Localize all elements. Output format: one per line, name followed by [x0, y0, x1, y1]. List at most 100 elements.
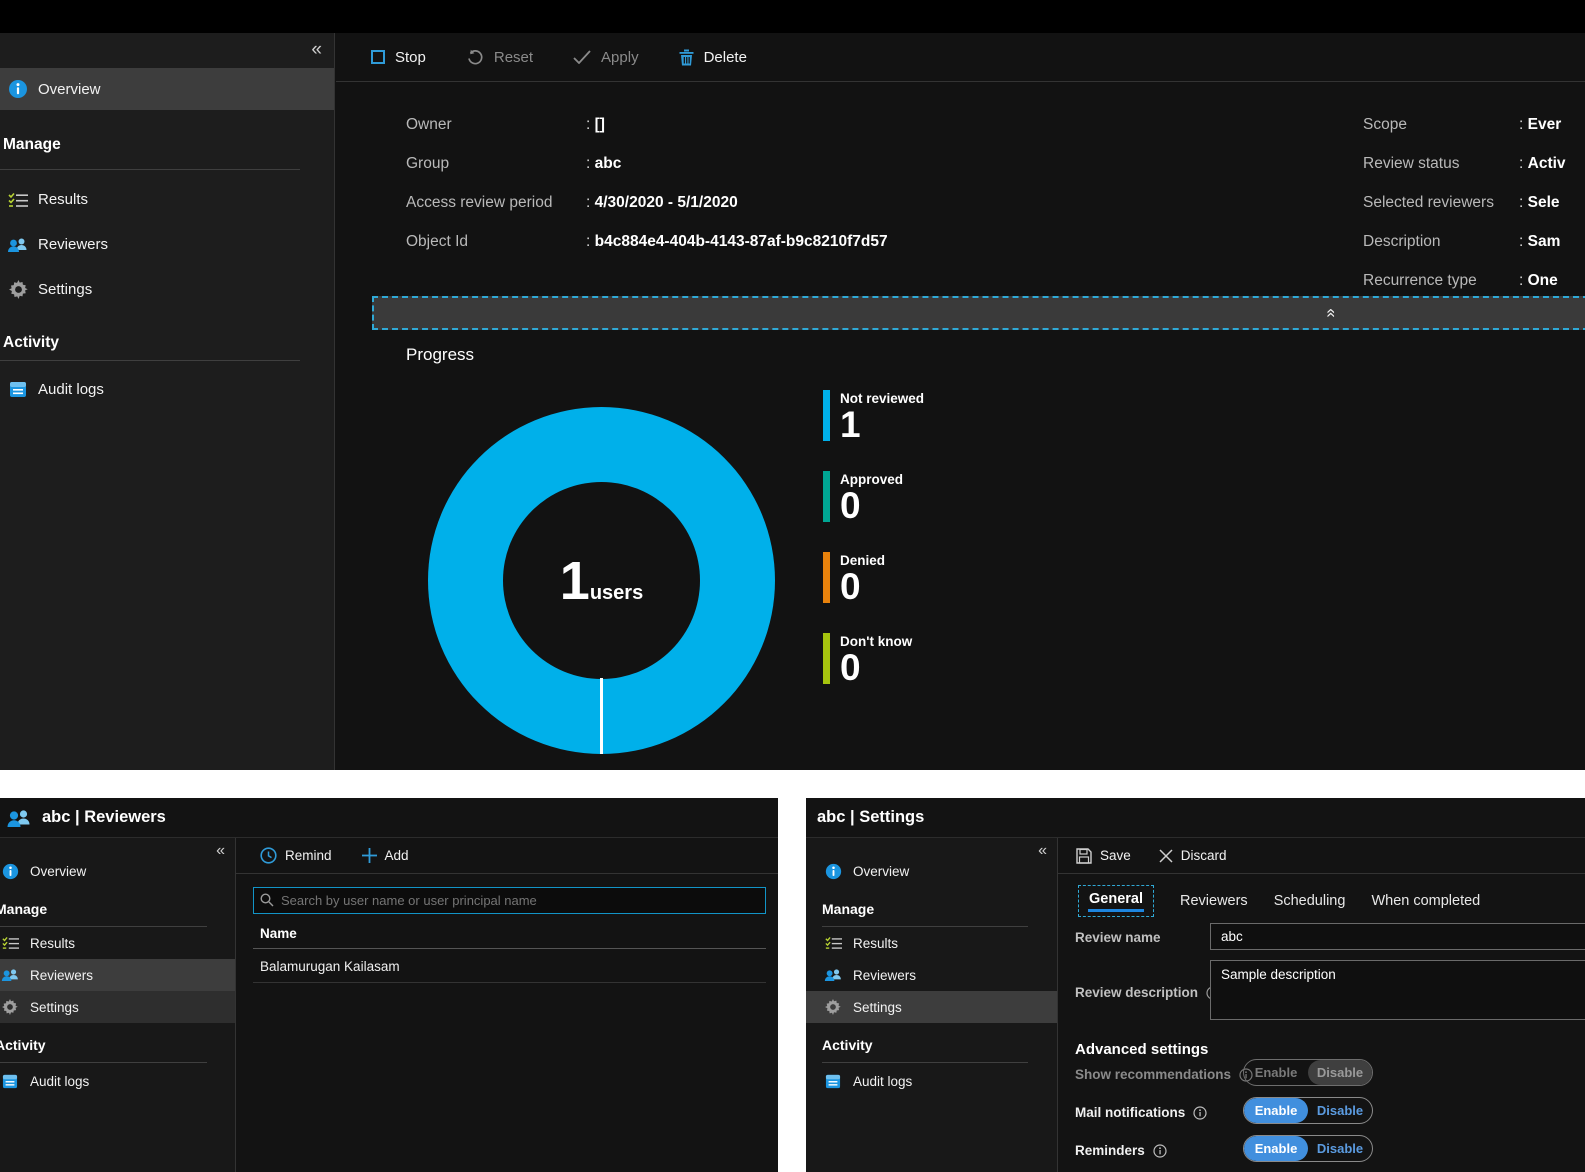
legend-item: Not reviewed1 — [823, 390, 924, 445]
gear-icon — [822, 999, 844, 1015]
detail-row: Selected reviewersSele — [1363, 183, 1566, 222]
divider — [0, 169, 300, 170]
divider — [822, 1062, 1028, 1063]
sidebar-item-results[interactable]: Results — [806, 927, 1057, 959]
disable-option[interactable]: Disable — [1308, 1098, 1372, 1123]
save-icon — [1076, 848, 1092, 864]
mail-notifications-toggle[interactable]: Enable Disable — [1243, 1097, 1373, 1124]
search-box — [253, 887, 766, 914]
checklist-icon — [822, 936, 844, 950]
disable-option[interactable]: Disable — [1308, 1060, 1372, 1085]
sidebar-item-reviewers[interactable]: Reviewers — [806, 959, 1057, 991]
sidebar-item-results[interactable]: Results — [0, 177, 334, 222]
sidebar-item-overview[interactable]: Overview — [806, 854, 1057, 888]
search-input[interactable] — [253, 887, 766, 914]
delete-button[interactable]: Delete — [679, 49, 747, 66]
sidebar-item-audit-logs[interactable]: Audit logs — [0, 1065, 235, 1097]
people-icon — [7, 237, 29, 253]
review-description-label: Review description — [1075, 985, 1220, 1000]
sidebar-item-label: Settings — [38, 281, 92, 298]
settings-panel: abc | Settings « Overview Manage Results… — [806, 798, 1585, 1172]
audit-log-icon — [0, 1074, 21, 1089]
review-name-input[interactable] — [1210, 923, 1585, 950]
settings-content: Save Discard General Reviewers Schedulin… — [1058, 838, 1585, 1172]
sidebar-item-results[interactable]: Results — [0, 927, 235, 959]
divider — [253, 948, 766, 949]
tab-scheduling[interactable]: Scheduling — [1274, 893, 1346, 909]
save-button[interactable]: Save — [1076, 848, 1131, 864]
info-circle-icon — [7, 79, 29, 99]
detail-row: Access review period4/30/2020 - 5/1/2020 — [406, 183, 888, 222]
sidebar-section-activity: Activity — [0, 328, 334, 358]
command-bar: Stop Reset Apply Delete — [336, 33, 1585, 82]
plus-icon — [362, 848, 377, 863]
sidebar-item-label: Results — [853, 936, 898, 951]
sidebar-item-label: Reviewers — [38, 236, 108, 253]
enable-option[interactable]: Enable — [1244, 1098, 1308, 1123]
stop-icon — [371, 50, 385, 64]
disable-option[interactable]: Disable — [1308, 1136, 1372, 1161]
discard-button[interactable]: Discard — [1159, 848, 1227, 863]
mail-notifications-label: Mail notifications — [1075, 1105, 1207, 1120]
sidebar-item-settings[interactable]: Settings — [806, 991, 1057, 1023]
sidebar-item-label: Audit logs — [853, 1074, 912, 1089]
info-icon — [1193, 1106, 1207, 1120]
detail-row: Review statusActiv — [1363, 144, 1566, 183]
sidebar-item-reviewers[interactable]: Reviewers — [0, 222, 334, 267]
sidebar-item-audit-logs[interactable]: Audit logs — [806, 1065, 1057, 1097]
collapse-sidebar-icon[interactable]: « — [216, 843, 225, 859]
sidebar-item-overview[interactable]: Overview — [0, 68, 334, 110]
sidebar-item-reviewers[interactable]: Reviewers — [0, 959, 235, 991]
panel-header: abc | Settings — [806, 798, 1585, 838]
tab-reviewers[interactable]: Reviewers — [1180, 893, 1248, 909]
access-review-overview-panel: « Overview Manage Results Reviewers — [0, 33, 1585, 770]
sidebar-item-settings[interactable]: Settings — [0, 267, 334, 312]
panel-title: abc | Reviewers — [42, 808, 166, 827]
gear-icon — [7, 280, 29, 299]
legend-color-bar — [823, 633, 830, 684]
sidebar-item-label: Reviewers — [30, 968, 93, 983]
overview-content: Stop Reset Apply Delete — [336, 33, 1585, 770]
check-icon — [573, 50, 591, 64]
sidebar-item-audit-logs[interactable]: Audit logs — [0, 367, 334, 412]
enable-option[interactable]: Enable — [1244, 1060, 1308, 1085]
show-recommendations-toggle[interactable]: Enable Disable — [1243, 1059, 1373, 1086]
legend-color-bar — [823, 390, 830, 441]
tab-when-completed[interactable]: When completed — [1371, 893, 1480, 909]
stop-button[interactable]: Stop — [371, 49, 426, 66]
trash-icon — [679, 49, 694, 66]
sidebar-item-overview[interactable]: Overview — [0, 854, 235, 888]
sidebar-item-label: Overview — [30, 864, 86, 879]
reset-button[interactable]: Reset — [466, 49, 533, 66]
legend-item: Don't know0 — [823, 633, 924, 688]
sidebar-item-label: Reviewers — [853, 968, 916, 983]
clock-icon — [260, 847, 277, 864]
legend-item: Approved0 — [823, 471, 924, 526]
sidebar-section-activity: Activity — [0, 1030, 235, 1060]
legend-color-bar — [823, 552, 830, 603]
collapse-sidebar-icon[interactable]: « — [311, 40, 322, 59]
sidebar-item-label: Overview — [853, 864, 909, 879]
apply-button[interactable]: Apply — [573, 49, 639, 66]
table-row[interactable]: Balamurugan Kailasam — [260, 959, 400, 974]
sidebar: « Overview Manage Results Reviewers — [0, 33, 335, 770]
sidebar-section-activity: Activity — [806, 1030, 1057, 1060]
collapsed-section-expander[interactable]: « — [372, 296, 1585, 330]
review-description-input[interactable]: Sample description — [1210, 960, 1585, 1020]
people-icon — [6, 808, 32, 828]
tab-general[interactable]: General — [1078, 885, 1154, 917]
show-recommendations-label: Show recommendations — [1075, 1067, 1253, 1082]
advanced-settings-heading: Advanced settings — [1075, 1041, 1208, 1058]
top-black-bar — [0, 0, 1585, 33]
panel-header: abc | Reviewers — [0, 798, 778, 838]
reviewers-content: Remind Add Name Balamurugan Kailasam — [236, 838, 778, 1172]
add-button[interactable]: Add — [362, 848, 409, 863]
reminders-toggle[interactable]: Enable Disable — [1243, 1135, 1373, 1162]
info-icon — [1153, 1144, 1167, 1158]
enable-option[interactable]: Enable — [1244, 1136, 1308, 1161]
table-column-header: Name — [260, 926, 297, 941]
remind-button[interactable]: Remind — [260, 847, 332, 864]
command-bar: Save Discard — [1058, 838, 1585, 874]
collapse-sidebar-icon[interactable]: « — [1038, 843, 1047, 859]
sidebar-item-settings[interactable]: Settings — [0, 991, 235, 1023]
